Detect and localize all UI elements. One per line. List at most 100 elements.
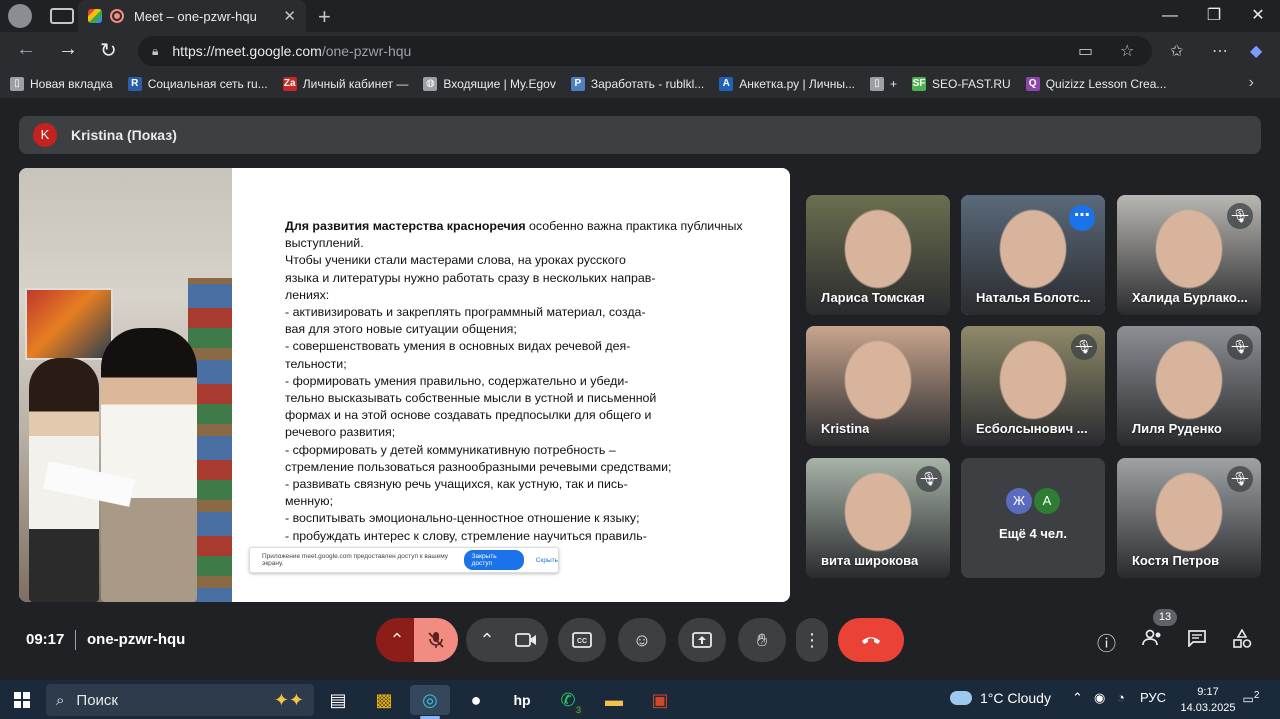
meeting-code: one-pzwr-hqu xyxy=(87,631,186,648)
bookmark-label: Анкетка.ру | Личны... xyxy=(739,77,855,91)
hp-app-icon[interactable]: hp xyxy=(502,685,542,715)
close-tab-icon[interactable]: ✕ xyxy=(283,7,296,25)
profile-avatar[interactable] xyxy=(8,4,32,28)
site-info-icon[interactable]: 🔒︎ xyxy=(152,44,158,59)
slide-text: Для развития мастерства красноречия особ… xyxy=(285,218,775,545)
activities-glyph xyxy=(1233,628,1252,648)
slide-photo xyxy=(19,168,232,602)
bookmark-item[interactable]: ▯ + xyxy=(869,77,897,91)
participant-tile[interactable]: 🎙︎ Есболсынович ... xyxy=(961,326,1105,446)
bookmark-item[interactable]: ▯ Новая вкладка xyxy=(10,77,113,91)
slide-line: стремление пользоваться разнообразными р… xyxy=(285,459,775,476)
bookmark-label: Quizizz Lesson Crea... xyxy=(1045,77,1167,91)
network-status-icon[interactable]: ◉ xyxy=(1094,690,1105,706)
chat-icon[interactable] xyxy=(1187,629,1207,653)
file-explorer-icon[interactable]: ▬ xyxy=(594,685,634,715)
close-window-button[interactable]: ✕ xyxy=(1236,0,1280,32)
bookmark-item[interactable]: P Заработать - rublkl... xyxy=(570,77,705,91)
slide-line-text: стремление пользоваться разнообразными р… xyxy=(285,459,672,474)
slide-line: - совершенствовать умения в основных вид… xyxy=(285,338,775,355)
taskbar-search[interactable]: ⌕ Поиск ✦✦ xyxy=(46,684,314,716)
bookmark-favicon-icon: ◍ xyxy=(423,77,438,91)
participant-name: Лариса Томская xyxy=(821,290,925,305)
slide-line-text: выступлений. xyxy=(285,236,364,251)
activities-icon[interactable] xyxy=(1232,628,1252,655)
slide-line-text: языка и литературы нужно работать сразу … xyxy=(285,270,656,285)
clock-time: 9:17 xyxy=(1197,686,1219,698)
slide-line: тельности; xyxy=(285,356,775,373)
video-options-chevron-icon[interactable]: ⌃ xyxy=(466,618,508,662)
weather-widget[interactable]: 1°C Cloudy xyxy=(950,690,1051,706)
whatsapp-icon[interactable]: ✆ 3 xyxy=(548,685,588,715)
forward-button[interactable]: → xyxy=(58,38,78,61)
stop-sharing-button[interactable]: Закрыть доступ xyxy=(463,550,524,570)
copilot-icon[interactable]: ◆ xyxy=(1250,41,1262,61)
bookmark-item[interactable]: A Анкетка.ру | Личны... xyxy=(719,77,855,91)
slide-line-text: менную; xyxy=(285,494,334,509)
slide-line: лениях: xyxy=(285,287,775,304)
participant-tile[interactable]: 🎙︎ Лиля Руденко xyxy=(1117,326,1261,446)
participant-tile[interactable]: Лариса Томская xyxy=(806,195,950,315)
favorites-icon[interactable]: ✩ xyxy=(1170,41,1183,61)
bookmarks-more-chevron-icon[interactable]: › xyxy=(1249,74,1254,92)
tile-more-icon[interactable]: ⋯ xyxy=(1069,205,1095,231)
participant-tile[interactable]: 🎙︎ Халида Бурлако... xyxy=(1117,195,1261,315)
task-view-icon[interactable]: ▤ xyxy=(318,685,358,715)
participant-tile[interactable]: 🎙︎ Костя Петров xyxy=(1117,458,1261,578)
new-tab-button[interactable]: + xyxy=(318,4,331,30)
notifications-icon[interactable]: ▭2 xyxy=(1240,690,1262,708)
taskbar-clock[interactable]: 9:17 14.03.2025 xyxy=(1180,684,1236,716)
leave-call-button[interactable] xyxy=(838,618,904,662)
bookmark-item[interactable]: Q Quizizz Lesson Crea... xyxy=(1025,77,1167,91)
hide-notice-link[interactable]: Скрыть xyxy=(536,557,558,564)
tab-actions-icon[interactable] xyxy=(50,8,74,24)
bookmark-item[interactable]: R Социальная сеть ru... xyxy=(127,77,268,91)
emoji-reaction-button[interactable]: ☺ xyxy=(618,618,666,662)
browser-tab-meet[interactable]: Meet – one-pzwr-hqu ✕ xyxy=(78,0,306,32)
present-screen-button[interactable] xyxy=(678,618,726,662)
mic-off-button[interactable] xyxy=(414,618,458,662)
camera-button[interactable] xyxy=(504,618,548,662)
audio-options-chevron-icon[interactable]: ⌃ xyxy=(376,618,418,662)
edge-browser-icon[interactable]: ◎ xyxy=(410,685,450,719)
participant-name: Kristina xyxy=(821,421,870,436)
people-icon[interactable] xyxy=(1142,629,1164,653)
bookmark-item[interactable]: ◍ Входящие | My.Egov xyxy=(423,77,556,91)
windows-start-icon[interactable] xyxy=(14,692,30,708)
url-host: https://meet.google.com xyxy=(172,43,322,59)
slide-line-text: - воспитывать эмоционально-ценностное от… xyxy=(285,511,640,526)
bookmark-label: Заработать - rublkl... xyxy=(590,77,705,91)
minimize-button[interactable]: — xyxy=(1148,0,1192,32)
bookmark-star-icon[interactable]: ☆ xyxy=(1120,41,1134,61)
input-language[interactable]: РУС xyxy=(1140,690,1166,705)
participant-tile[interactable]: ⋯ Наталья Болотс... xyxy=(961,195,1105,315)
tray-overflow-chevron-icon[interactable]: ⌃ xyxy=(1072,690,1083,706)
camera-in-use-icon[interactable]: ▭ xyxy=(1078,41,1093,61)
photo-app-icon[interactable]: ▩ xyxy=(364,685,404,715)
muted-mic-icon: 🎙︎ xyxy=(1227,334,1253,360)
slide-line: выступлений. xyxy=(285,235,775,252)
more-options-button[interactable]: ⋮ xyxy=(796,618,828,662)
bookmark-item[interactable]: SF SEO-FAST.RU xyxy=(912,77,1011,91)
camera-app-icon[interactable]: ● xyxy=(456,685,496,715)
slide-line-text: - сформировать у детей коммуникативную п… xyxy=(285,442,616,457)
url-path: /one-pzwr-hqu xyxy=(321,43,412,59)
wifi-icon[interactable]: ◔ xyxy=(1117,690,1125,705)
back-button[interactable]: ← xyxy=(16,38,36,61)
meeting-info-icon[interactable]: ⓘ xyxy=(1097,629,1116,656)
participant-tile[interactable]: 🎙︎ вита широкова xyxy=(806,458,950,578)
restore-button[interactable]: ❐ xyxy=(1192,0,1236,32)
captions-button[interactable]: CC xyxy=(558,618,606,662)
bookmark-item[interactable]: Za Личный кабинет — xyxy=(282,77,408,91)
others-tile[interactable]: Ж А Ещё 4 чел. xyxy=(961,458,1105,578)
participant-name: Есболсынович ... xyxy=(976,421,1088,436)
reload-button[interactable]: ↻ xyxy=(100,38,117,63)
powerpoint-icon[interactable]: ▣ xyxy=(640,685,680,715)
muted-mic-icon: 🎙︎ xyxy=(1227,203,1253,229)
raise-hand-button[interactable]: ✋︎ xyxy=(738,618,786,662)
slide-line-bold: Для развития мастерства красноречия xyxy=(285,219,526,233)
bookmark-favicon-icon: P xyxy=(570,77,585,91)
url-bar[interactable]: 🔒︎ https://meet.google.com/one-pzwr-hqu xyxy=(138,36,1152,66)
menu-dots-icon[interactable]: ⋯ xyxy=(1212,41,1228,61)
participant-tile[interactable]: Kristina xyxy=(806,326,950,446)
